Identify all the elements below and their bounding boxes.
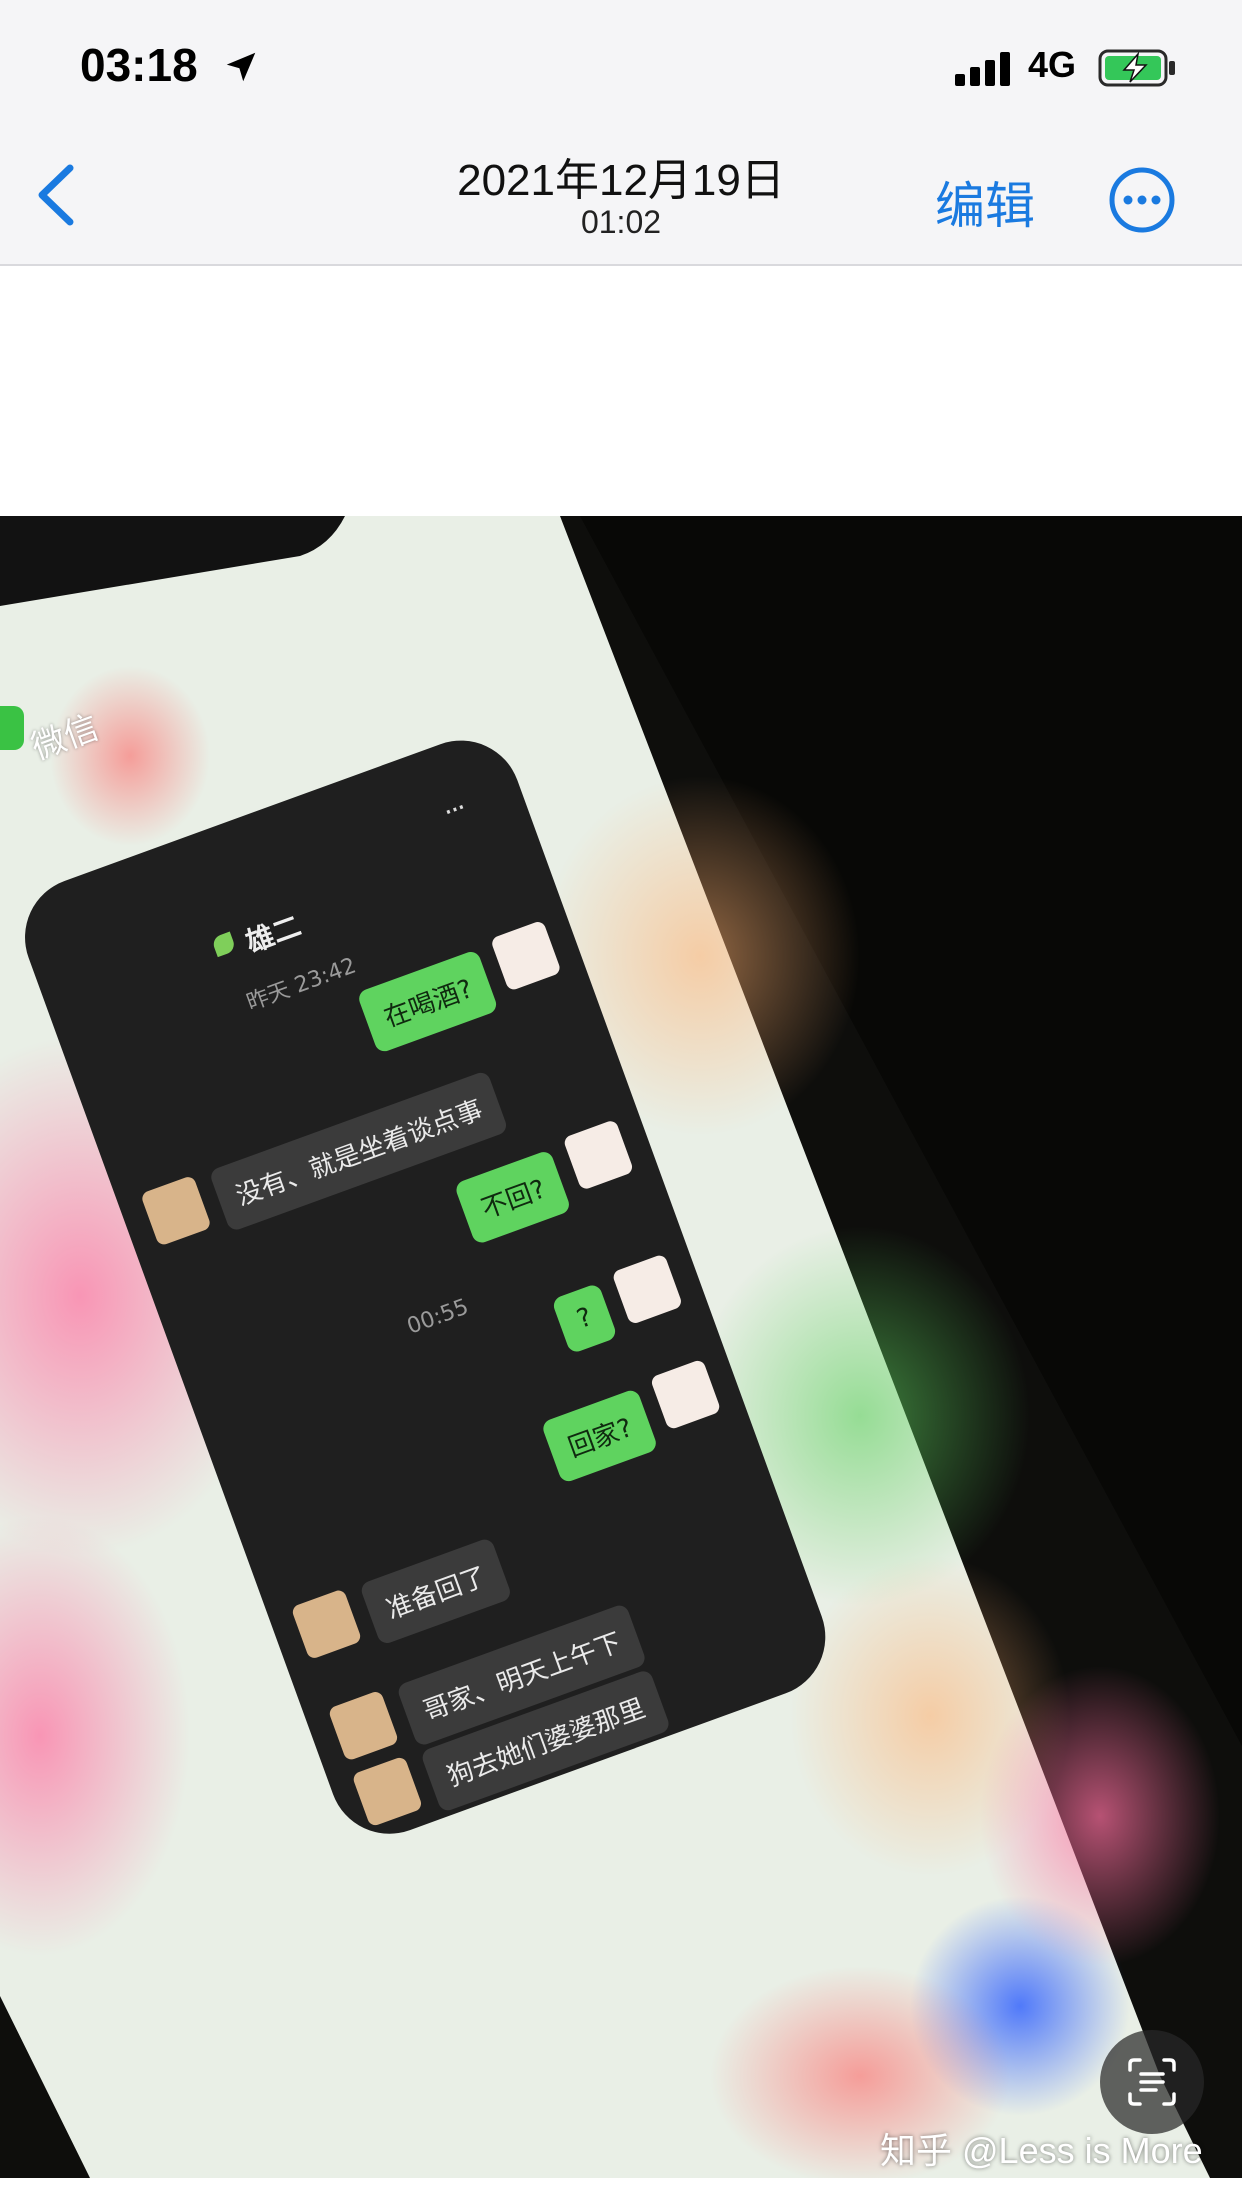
nav-time-subtitle: 01:02 <box>580 204 662 240</box>
wechat-chat-card: ··· 雄二 昨天 23:42 在喝酒? 没有、就是坐着谈点事 不回? 00:5… <box>8 723 843 1851</box>
nav-date-title: 2021年12月19日 <box>457 156 785 205</box>
bottom-margin <box>0 2178 1242 2195</box>
photo[interactable]: 微信 ··· 雄二 昨天 23:42 在喝酒? 没有、就是坐着谈点事 不回? 0… <box>0 516 1242 2178</box>
live-text-button[interactable] <box>1100 2030 1204 2134</box>
nav-bar: 2021年12月19日 01:02 编辑 <box>0 130 1242 266</box>
signal-bars-icon <box>955 52 1010 86</box>
status-time: 03:18 <box>80 39 198 91</box>
ellipsis-circle-icon[interactable] <box>1108 166 1176 234</box>
network-type: 4G <box>1028 44 1077 85</box>
location-arrow-icon <box>226 52 256 82</box>
battery-charging-icon <box>1098 49 1175 87</box>
app-switcher-screen: 微信 ··· 雄二 昨天 23:42 在喝酒? 没有、就是坐着谈点事 不回? 0… <box>0 516 1242 2178</box>
edit-button[interactable]: 编辑 <box>935 166 1035 238</box>
wechat-app-label: 微信 <box>26 707 104 769</box>
status-bar: 03:18 4G <box>0 0 1242 130</box>
watermark: 知乎 @Less is More <box>880 2130 1203 2171</box>
photo-top-margin <box>0 266 1242 516</box>
live-text-icon <box>1128 2058 1176 2106</box>
